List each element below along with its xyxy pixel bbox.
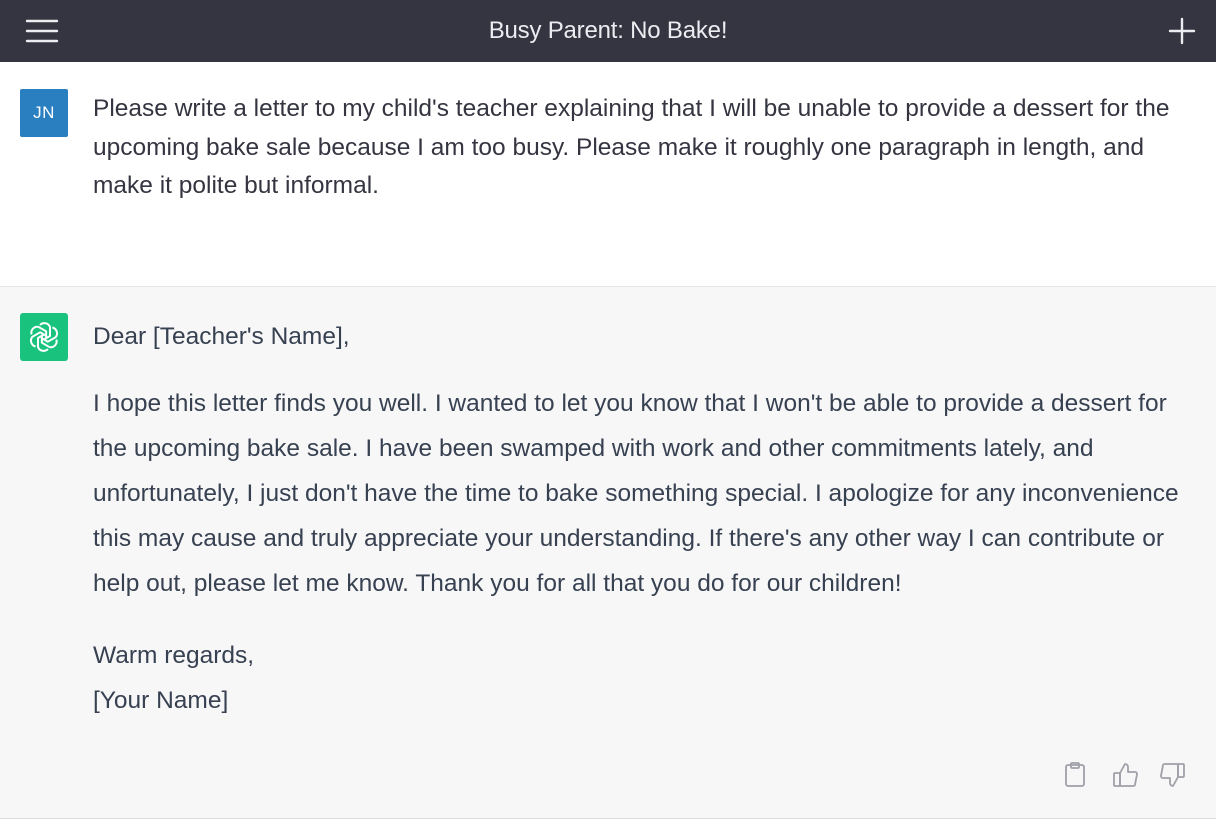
plus-icon — [1168, 17, 1196, 45]
user-avatar: JN — [20, 89, 68, 137]
letter-greeting: Dear [Teacher's Name], — [93, 323, 350, 350]
clipboard-icon — [1065, 762, 1085, 787]
user-message-text: Please write a letter to my child's teac… — [93, 95, 1170, 199]
assistant-message: Dear [Teacher's Name], I hope this lette… — [0, 287, 1216, 819]
assistant-message-body: Dear [Teacher's Name], I hope this lette… — [93, 318, 1193, 723]
menu-button[interactable] — [22, 14, 62, 48]
assistant-avatar — [20, 313, 68, 361]
letter-closing: Warm regards, — [93, 642, 255, 669]
letter-signature: [Your Name] — [93, 687, 229, 714]
thumbs-up-icon — [1113, 763, 1138, 787]
hamburger-menu-icon — [25, 19, 59, 43]
thumbs-up-button[interactable] — [1111, 760, 1141, 790]
thumbs-down-button[interactable] — [1157, 760, 1187, 790]
openai-logo-icon — [29, 322, 59, 352]
copy-button[interactable] — [1060, 760, 1090, 790]
top-bar: Busy Parent: No Bake! — [0, 0, 1216, 62]
user-message: JN Please write a letter to my child's t… — [0, 62, 1216, 316]
new-chat-button[interactable] — [1164, 13, 1200, 49]
conversation-title: Busy Parent: No Bake! — [488, 17, 728, 44]
letter-body: I hope this letter finds you well. I wan… — [93, 390, 1179, 597]
thumbs-down-icon — [1160, 763, 1185, 787]
